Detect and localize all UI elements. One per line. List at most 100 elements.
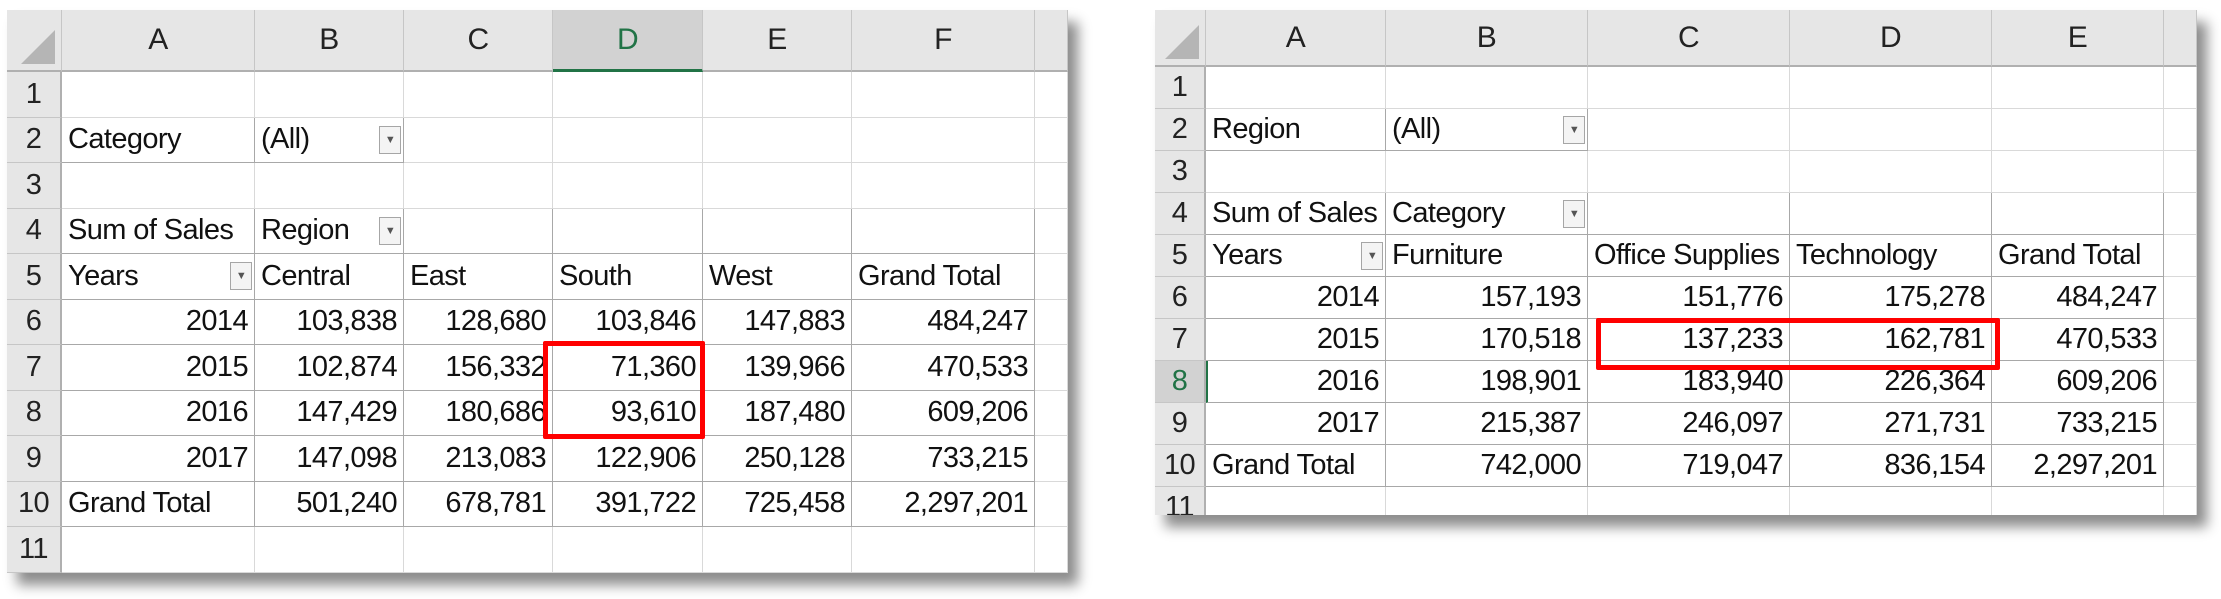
cell-a8[interactable]: 2016 (1206, 361, 1386, 403)
cell-d9[interactable]: 122,906 (553, 436, 703, 482)
row-header-2[interactable]: 2 (1155, 109, 1206, 151)
cell-c1[interactable] (1588, 67, 1790, 109)
row-header-6[interactable]: 6 (1155, 277, 1206, 319)
cell-d2[interactable] (553, 117, 703, 163)
cell-e3[interactable] (703, 163, 852, 209)
column-header-d[interactable]: D (1790, 10, 1992, 67)
cell-c11[interactable] (1588, 487, 1790, 515)
cell-b6[interactable]: 157,193 (1386, 277, 1588, 319)
cell-extra[interactable] (1035, 390, 1068, 436)
cell-a3[interactable] (1206, 151, 1386, 193)
column-header-d[interactable]: D (553, 10, 703, 72)
cell-e11[interactable] (703, 527, 852, 573)
cell-e6[interactable]: 147,883 (703, 299, 852, 345)
cell-extra[interactable] (2164, 361, 2197, 403)
column-header-e[interactable]: E (703, 10, 852, 72)
cell-d6[interactable]: 175,278 (1790, 277, 1992, 319)
cell-extra[interactable] (2164, 319, 2197, 361)
cell-b2[interactable]: (All) ▼ (255, 117, 404, 163)
row-header-8[interactable]: 8 (1155, 361, 1206, 403)
row-header-8[interactable]: 8 (7, 390, 62, 436)
cell-e8[interactable]: 187,480 (703, 390, 852, 436)
cell-a10[interactable]: Grand Total (62, 481, 255, 527)
cell-f4[interactable] (852, 208, 1035, 254)
cell-a1[interactable] (1206, 67, 1386, 109)
cell-c2[interactable] (1588, 109, 1790, 151)
cell-b10[interactable]: 742,000 (1386, 445, 1588, 487)
column-header-c[interactable]: C (404, 10, 553, 72)
cell-a4[interactable]: Sum of Sales (1206, 193, 1386, 235)
row-header-6[interactable]: 6 (7, 299, 62, 345)
cell-b7[interactable]: 170,518 (1386, 319, 1588, 361)
cell-d5[interactable]: South (553, 254, 703, 300)
cell-extra[interactable] (2164, 67, 2197, 109)
cell-extra[interactable] (2164, 235, 2197, 277)
column-header-e[interactable]: E (1992, 10, 2164, 67)
cell-d5[interactable]: Technology (1790, 235, 1992, 277)
cell-c10[interactable]: 678,781 (404, 481, 553, 527)
cell-e2[interactable] (703, 117, 852, 163)
cell-e6[interactable]: 484,247 (1992, 277, 2164, 319)
row-header-10[interactable]: 10 (1155, 445, 1206, 487)
cell-d10[interactable]: 836,154 (1790, 445, 1992, 487)
cell-a4[interactable]: Sum of Sales (62, 208, 255, 254)
column-header-next[interactable] (2164, 10, 2197, 67)
row-header-7[interactable]: 7 (1155, 319, 1206, 361)
cell-f8[interactable]: 609,206 (852, 390, 1035, 436)
column-header-f[interactable]: F (852, 10, 1035, 72)
row-header-5[interactable]: 5 (1155, 235, 1206, 277)
cell-e9[interactable]: 733,215 (1992, 403, 2164, 445)
cell-extra[interactable] (1035, 436, 1068, 482)
cell-a5[interactable]: Years ▼ (1206, 235, 1386, 277)
cell-c5[interactable]: Office Supplies (1588, 235, 1790, 277)
column-header-next[interactable] (1035, 10, 1068, 72)
cell-d3[interactable] (1790, 151, 1992, 193)
cell-d11[interactable] (1790, 487, 1992, 515)
cell-b4[interactable]: Region ▼ (255, 208, 404, 254)
filter-dropdown-button[interactable]: ▼ (1563, 199, 1585, 228)
cell-b8[interactable]: 147,429 (255, 390, 404, 436)
cell-a9[interactable]: 2017 (1206, 403, 1386, 445)
column-header-b[interactable]: B (255, 10, 404, 72)
cell-d1[interactable] (553, 72, 703, 118)
cell-e5[interactable]: Grand Total (1992, 235, 2164, 277)
cell-c6[interactable]: 151,776 (1588, 277, 1790, 319)
cell-e3[interactable] (1992, 151, 2164, 193)
cell-c10[interactable]: 719,047 (1588, 445, 1790, 487)
cell-b4[interactable]: Category ▼ (1386, 193, 1588, 235)
column-header-a[interactable]: A (62, 10, 255, 72)
cell-extra[interactable] (1035, 345, 1068, 391)
cell-b6[interactable]: 103,838 (255, 299, 404, 345)
cell-c4[interactable] (404, 208, 553, 254)
cell-extra[interactable] (1035, 117, 1068, 163)
select-all-corner[interactable] (1155, 10, 1206, 67)
cell-extra[interactable] (1035, 208, 1068, 254)
row-header-1[interactable]: 1 (7, 72, 62, 118)
cell-f3[interactable] (852, 163, 1035, 209)
cell-c3[interactable] (1588, 151, 1790, 193)
cell-f2[interactable] (852, 117, 1035, 163)
cell-extra[interactable] (1035, 72, 1068, 118)
cell-f9[interactable]: 733,215 (852, 436, 1035, 482)
cell-f10[interactable]: 2,297,201 (852, 481, 1035, 527)
row-header-4[interactable]: 4 (7, 208, 62, 254)
filter-dropdown-button[interactable]: ▼ (379, 125, 401, 154)
cell-a6[interactable]: 2014 (1206, 277, 1386, 319)
cell-extra[interactable] (2164, 109, 2197, 151)
cell-extra[interactable] (2164, 151, 2197, 193)
cell-c5[interactable]: East (404, 254, 553, 300)
cell-c6[interactable]: 128,680 (404, 299, 553, 345)
column-header-a[interactable]: A (1206, 10, 1386, 67)
cell-a9[interactable]: 2017 (62, 436, 255, 482)
row-header-3[interactable]: 3 (7, 163, 62, 209)
cell-e10[interactable]: 725,458 (703, 481, 852, 527)
cell-extra[interactable] (1035, 163, 1068, 209)
cell-f7[interactable]: 470,533 (852, 345, 1035, 391)
row-header-4[interactable]: 4 (1155, 193, 1206, 235)
cell-b5[interactable]: Furniture (1386, 235, 1588, 277)
column-header-b[interactable]: B (1386, 10, 1588, 67)
row-header-9[interactable]: 9 (7, 436, 62, 482)
row-header-3[interactable]: 3 (1155, 151, 1206, 193)
cell-e8[interactable]: 609,206 (1992, 361, 2164, 403)
cell-b10[interactable]: 501,240 (255, 481, 404, 527)
